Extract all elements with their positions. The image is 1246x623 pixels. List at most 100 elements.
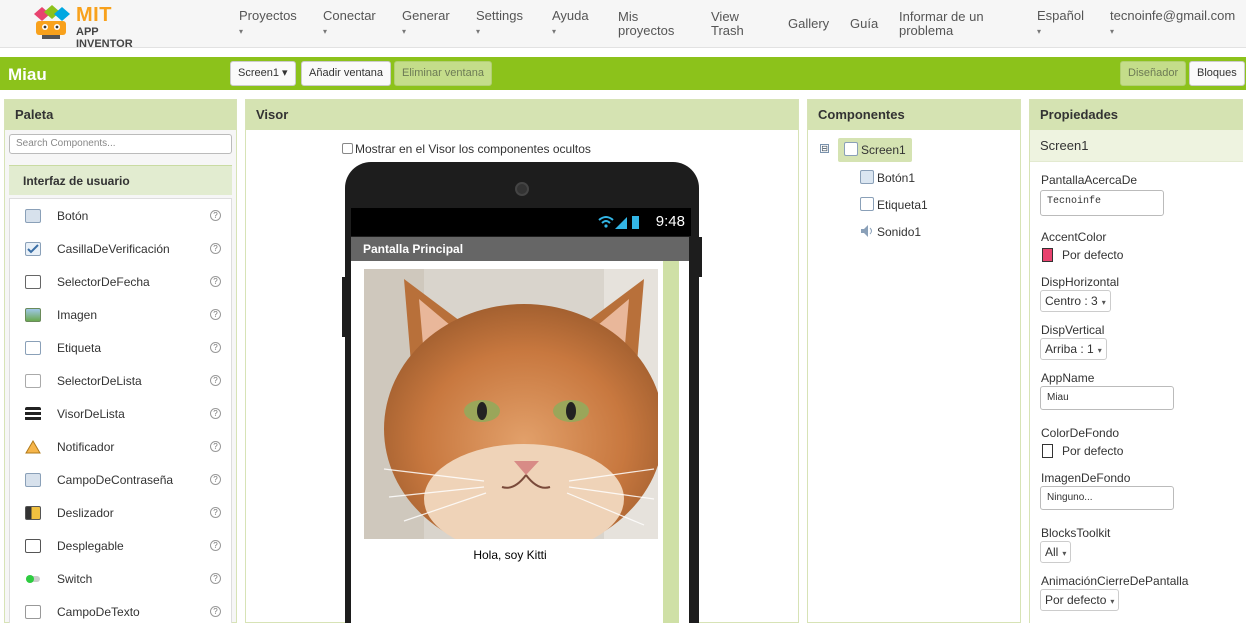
palette-item-listview[interactable]: VisorDeLista ? — [10, 397, 231, 430]
palette-title: Paleta — [5, 100, 236, 130]
tree-item-label1[interactable]: Etiqueta1 — [860, 193, 928, 217]
link-report-problem[interactable]: Informar de un problema — [899, 10, 984, 38]
tree-collapse-icon[interactable]: ⊟ — [820, 144, 829, 153]
palette-item-label: CampoDeTexto — [57, 605, 140, 619]
help-icon[interactable]: ? — [210, 441, 221, 452]
blocks-button[interactable]: Bloques — [1189, 61, 1245, 86]
background-color-swatch[interactable] — [1042, 444, 1053, 458]
tree-item-sound1[interactable]: Sonido1 — [860, 220, 921, 244]
palette-item-password[interactable]: CampoDeContraseña ? — [10, 463, 231, 496]
help-icon[interactable]: ? — [210, 243, 221, 254]
help-icon[interactable]: ? — [210, 408, 221, 419]
status-time: 9:48 — [655, 213, 685, 230]
help-icon[interactable]: ? — [210, 309, 221, 320]
checkbox-icon[interactable] — [342, 143, 353, 154]
help-icon[interactable]: ? — [210, 276, 221, 287]
components-panel: Componentes ⊟ Screen1 Botón1 Etiqueta1 S… — [807, 99, 1021, 623]
link-view-trash-line2: Trash — [711, 23, 744, 38]
align-horizontal-select[interactable]: Centro : 3 ▾ — [1040, 290, 1111, 312]
help-icon[interactable]: ? — [210, 573, 221, 584]
help-icon[interactable]: ? — [210, 606, 221, 617]
logo-mit-text: MIT — [76, 4, 112, 26]
background-image-input[interactable]: Ninguno... — [1040, 486, 1174, 510]
listpicker-icon — [25, 374, 41, 388]
properties-list: PantallaAcercaDe Tecnoinfe AccentColor P… — [1030, 162, 1243, 623]
menu-conectar[interactable]: Conectar ▾ — [323, 9, 376, 39]
help-icon[interactable]: ? — [210, 375, 221, 386]
menu-language[interactable]: Español ▾ — [1037, 9, 1084, 39]
palette-item-notifier[interactable]: Notificador ? — [10, 430, 231, 463]
link-report-problem-line1: Informar de un — [899, 9, 984, 24]
link-guia[interactable]: Guía — [850, 17, 878, 31]
help-icon[interactable]: ? — [210, 342, 221, 353]
designer-button[interactable]: Diseñador — [1120, 61, 1187, 86]
palette-item-image[interactable]: Imagen ? — [10, 298, 231, 331]
align-vertical-select[interactable]: Arriba : 1 ▾ — [1040, 338, 1107, 360]
app-inventor-logo[interactable]: MIT APP INVENTOR — [28, 4, 158, 50]
search-components-input[interactable]: Search Components... — [9, 134, 232, 154]
help-icon[interactable]: ? — [210, 210, 221, 221]
menu-generar-label: Generar — [402, 8, 450, 23]
chevron-down-icon: ▾ — [239, 27, 244, 36]
chevron-down-icon: ▾ — [476, 27, 481, 36]
chevron-down-icon: ▾ — [1110, 597, 1115, 606]
link-gallery[interactable]: Gallery — [788, 17, 829, 31]
datepicker-icon — [25, 275, 41, 289]
palette-item-button[interactable]: Botón ? — [10, 199, 231, 232]
top-navbar: MIT APP INVENTOR Proyectos ▾ Conectar ▾ … — [0, 0, 1246, 50]
show-hidden-label: Mostrar en el Visor los componentes ocul… — [355, 142, 591, 156]
screen-title-bar: Pantalla Principal — [351, 237, 689, 261]
cat-image[interactable] — [364, 269, 664, 554]
palette-item-listpicker[interactable]: SelectorDeLista ? — [10, 364, 231, 397]
help-icon[interactable]: ? — [210, 507, 221, 518]
close-animation-label: AnimaciónCierreDePantalla — [1041, 574, 1189, 588]
project-title: Miau — [8, 65, 47, 84]
palette-item-label[interactable]: Etiqueta ? — [10, 331, 231, 364]
menu-generar[interactable]: Generar ▾ — [402, 9, 450, 39]
palette-item-slider[interactable]: Deslizador ? — [10, 496, 231, 529]
palette-item-label: SelectorDeLista — [57, 374, 142, 388]
image-icon — [25, 308, 41, 322]
close-animation-select[interactable]: Por defecto ▾ — [1040, 589, 1120, 611]
tree-item-screen1[interactable]: Screen1 — [838, 138, 912, 162]
link-mis-proyectos-line1: Mis — [618, 9, 639, 24]
menu-account-label: tecnoinfe@gmail.com — [1110, 8, 1236, 23]
accent-color-swatch[interactable] — [1042, 248, 1053, 262]
palette-item-switch[interactable]: Switch ? — [10, 562, 231, 595]
label-icon — [25, 341, 41, 355]
label-icon — [860, 197, 874, 211]
accent-color-value[interactable]: Por defecto — [1062, 248, 1123, 262]
palette-item-label: Botón — [57, 209, 89, 223]
sound-icon — [860, 222, 874, 237]
appname-input[interactable]: Miau — [1040, 386, 1174, 410]
spinner-icon — [25, 539, 41, 553]
menu-ayuda[interactable]: Ayuda ▾ — [552, 9, 589, 39]
palette-item-label: Imagen — [57, 308, 98, 322]
palette-item-checkbox[interactable]: CasillaDeVerificación ? — [10, 232, 231, 265]
menu-proyectos[interactable]: Proyectos ▾ — [239, 9, 297, 39]
add-screen-button[interactable]: Añadir ventana — [301, 61, 391, 86]
show-hidden-components-checkbox[interactable]: Mostrar en el Visor los componentes ocul… — [342, 142, 591, 156]
blocks-toolkit-select[interactable]: All ▾ — [1040, 541, 1072, 563]
about-screen-input[interactable]: Tecnoinfe — [1040, 190, 1164, 216]
screen-select[interactable]: Screen1 ▾ — [230, 61, 296, 86]
menu-account[interactable]: tecnoinfe@gmail.com ▾ — [1110, 9, 1235, 39]
background-color-value[interactable]: Por defecto — [1062, 444, 1123, 458]
link-view-trash[interactable]: View Trash — [711, 10, 744, 38]
palette-item-textbox[interactable]: CampoDeTexto ? — [10, 595, 231, 623]
palette-section-user-interface[interactable]: Interfaz de usuario — [9, 165, 232, 195]
menu-settings[interactable]: Settings ▾ — [476, 9, 523, 39]
remove-screen-button[interactable]: Eliminar ventana — [394, 61, 492, 86]
signal-battery-icon — [597, 214, 641, 233]
help-icon[interactable]: ? — [210, 540, 221, 551]
palette-item-label: Switch — [57, 572, 93, 586]
accent-color-label: AccentColor — [1041, 230, 1107, 244]
screen-scrollbar[interactable] — [663, 261, 679, 623]
palette-item-datepicker[interactable]: SelectorDeFecha ? — [10, 265, 231, 298]
menu-settings-label: Settings — [476, 8, 523, 23]
help-icon[interactable]: ? — [210, 474, 221, 485]
properties-title: Propiedades — [1030, 100, 1242, 130]
link-mis-proyectos[interactable]: Mis proyectos — [618, 10, 674, 38]
palette-item-spinner[interactable]: Desplegable ? — [10, 529, 231, 562]
tree-item-button1[interactable]: Botón1 — [860, 166, 915, 190]
